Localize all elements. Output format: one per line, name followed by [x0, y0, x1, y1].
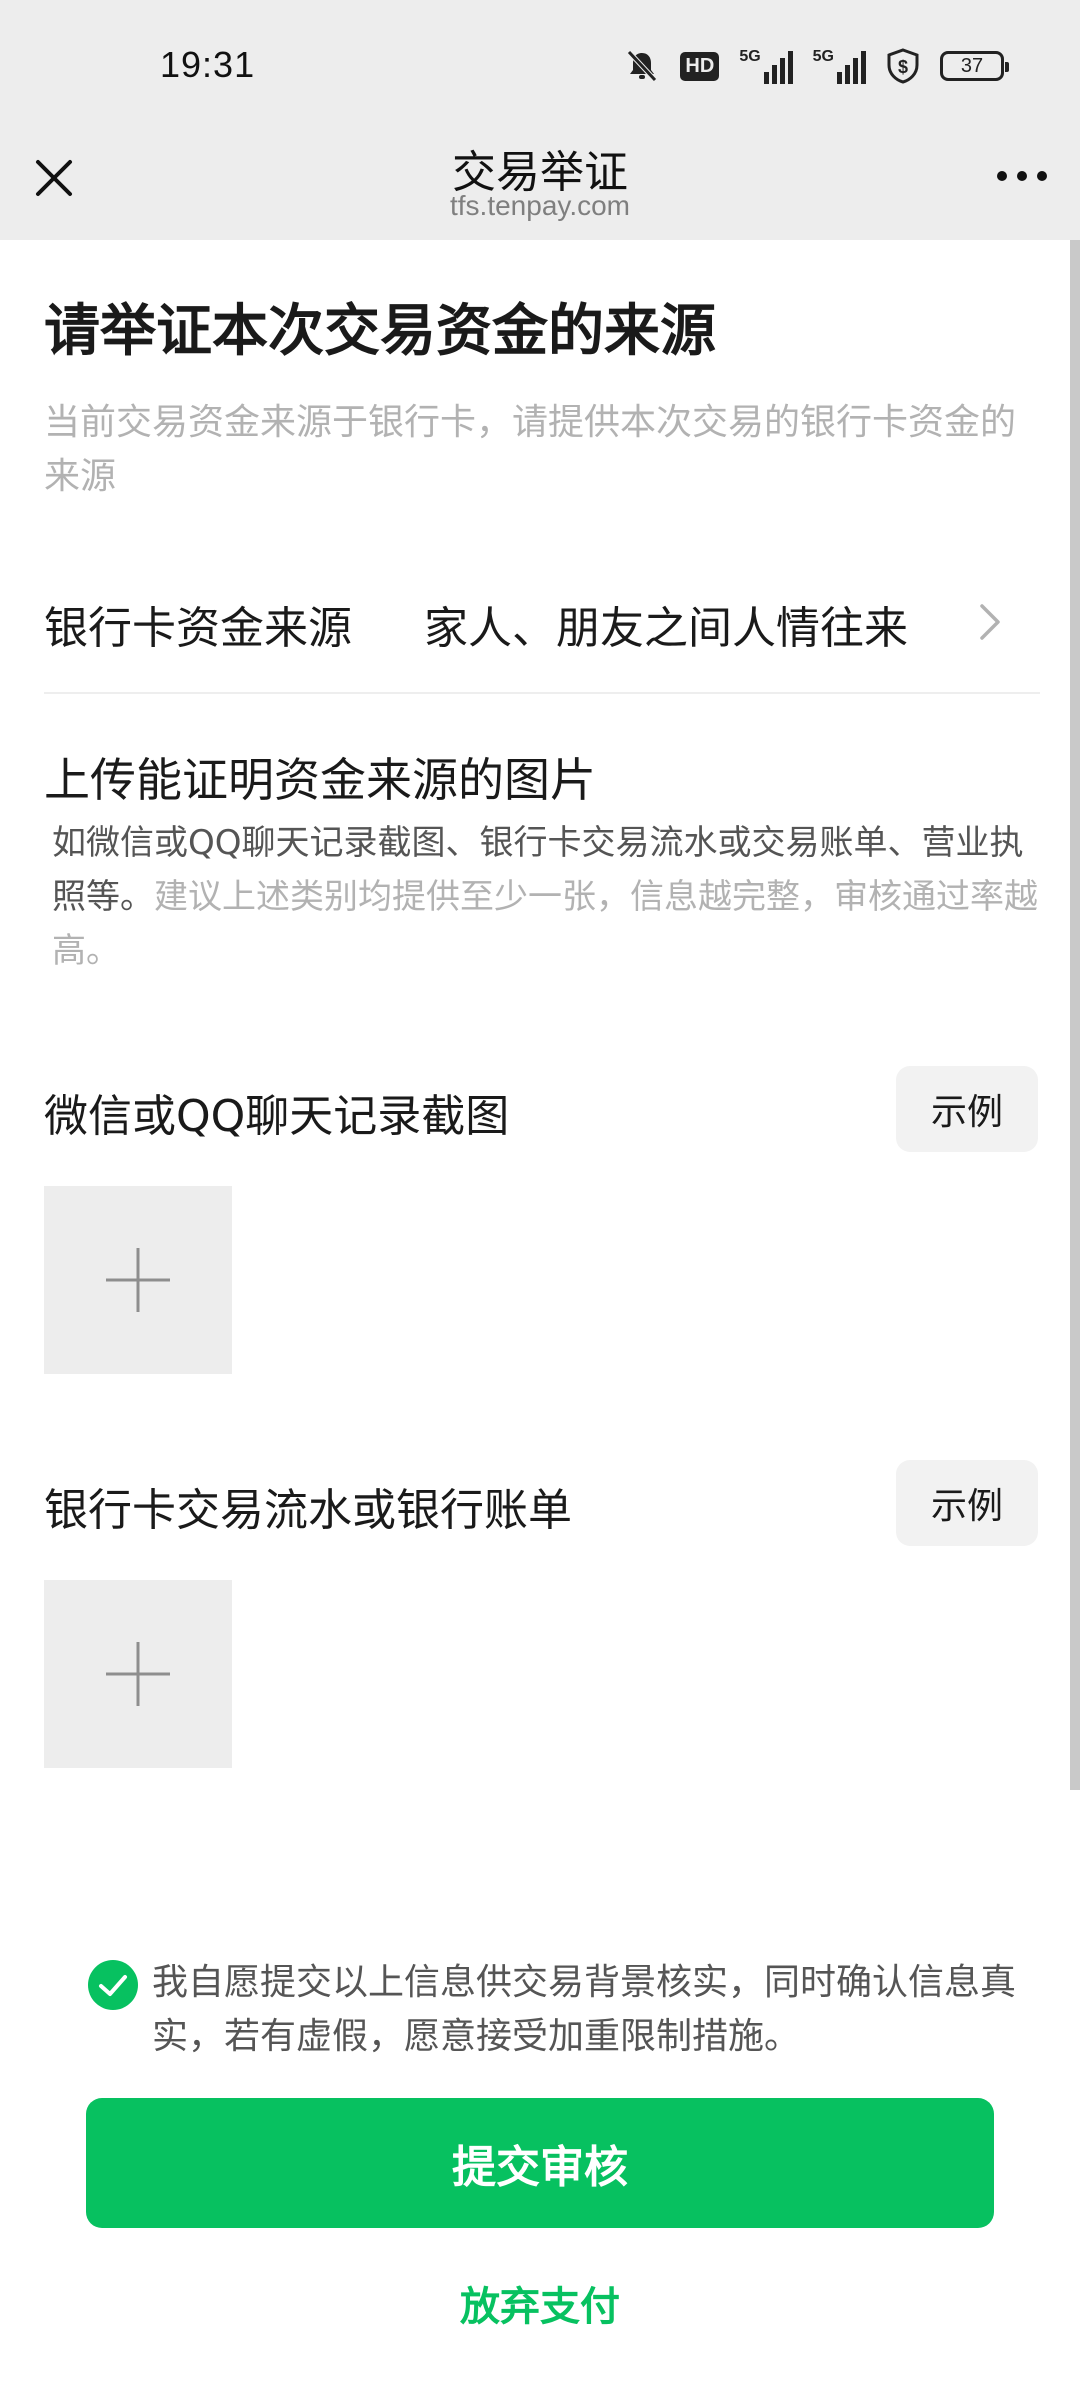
- abandon-payment-link[interactable]: 放弃支付: [0, 2274, 1080, 2332]
- fund-source-label: 银行卡资金来源: [44, 603, 352, 654]
- bank-statement-add-button[interactable]: [44, 1580, 232, 1768]
- agreement-text: 我自愿提交以上信息供交易背景核实，同时确认信息真实，若有虚假，愿意接受加重限制措…: [152, 1962, 1017, 2057]
- bank-statement-title: 银行卡交易流水或银行账单: [44, 1485, 572, 1536]
- upload-description-light: 建议上述类别均提供至少一张，信息越完整，审核通过率越高。: [52, 877, 1038, 971]
- plus-icon: [106, 1248, 170, 1312]
- chevron-right-icon: [980, 604, 1000, 640]
- scrollbar[interactable]: [1070, 240, 1080, 1790]
- checkbox-checked-icon[interactable]: [88, 1960, 138, 2010]
- status-bar: 19:31 HD 5G 5G $ 37: [0, 0, 1080, 136]
- status-time: 19:31: [160, 44, 256, 85]
- signal-1-icon: 5G: [739, 48, 793, 84]
- more-icon[interactable]: [994, 166, 1050, 186]
- page-description: 当前交易资金来源于银行卡，请提供本次交易的银行卡资金的来源: [44, 402, 1017, 497]
- submit-review-button[interactable]: 提交审核: [86, 2098, 994, 2228]
- svg-text:$: $: [898, 57, 908, 77]
- network-label-2: 5G: [812, 48, 834, 65]
- divider: [44, 692, 1040, 694]
- nav-bar: 交易举证 tfs.tenpay.com: [0, 136, 1080, 240]
- page-title: 请举证本次交易资金的来源: [44, 299, 716, 364]
- chat-screenshot-title: 微信或QQ聊天记录截图: [44, 1091, 510, 1142]
- fund-source-selector[interactable]: 银行卡资金来源 家人、朋友之间人情往来: [44, 572, 1040, 672]
- signal-2-icon: 5G: [813, 48, 866, 84]
- network-label: 5G: [739, 48, 761, 65]
- fund-source-value: 家人、朋友之间人情往来: [424, 603, 908, 654]
- nav-subtitle: tfs.tenpay.com: [449, 190, 630, 221]
- chat-screenshot-example-button[interactable]: 示例: [896, 1066, 1038, 1152]
- shield-dollar-icon: $: [887, 48, 919, 84]
- battery-level: 37: [960, 54, 984, 77]
- mute-bell-icon: [627, 50, 658, 82]
- battery-icon: 37: [940, 51, 1009, 81]
- plus-icon: [106, 1642, 170, 1706]
- bank-statement-example-button[interactable]: 示例: [896, 1460, 1038, 1546]
- status-icons: HD 5G 5G $ 37: [624, 46, 1009, 86]
- chat-screenshot-add-button[interactable]: [44, 1186, 232, 1374]
- upload-section-title: 上传能证明资金来源的图片: [44, 753, 596, 807]
- upload-description: 如微信或QQ聊天记录截图、银行卡交易流水或交易账单、营业执照等。建议上述类别均提…: [52, 816, 1042, 978]
- hd-voice-icon: HD: [680, 51, 720, 81]
- hd-label: HD: [680, 51, 720, 81]
